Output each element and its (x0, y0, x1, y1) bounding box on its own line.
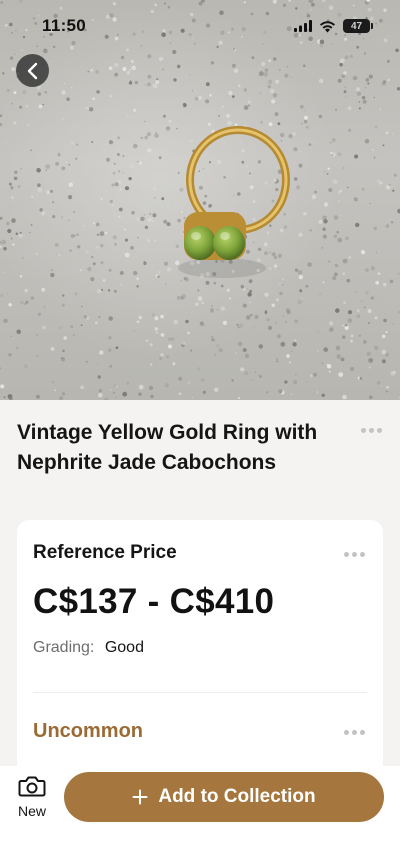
item-title: Vintage Yellow Gold Ring with Nephrite J… (17, 421, 318, 474)
status-time: 11:50 (42, 16, 87, 35)
price-card: Reference Price C$137 - C$410 Grading: G… (17, 520, 383, 766)
battery-level: 47 (350, 20, 363, 32)
more-horizontal-icon (344, 552, 349, 557)
more-horizontal-icon (361, 428, 366, 433)
plus-icon (132, 789, 148, 805)
status-bar: 11:50 47 (0, 0, 400, 52)
add-to-collection-label: Add to Collection (158, 786, 316, 807)
title-row: Vintage Yellow Gold Ring with Nephrite J… (0, 400, 400, 478)
bottom-action-bar: New Add to Collection (0, 766, 400, 866)
new-scan-button[interactable]: New (12, 774, 52, 826)
rarity-label: Uncommon (33, 720, 143, 742)
divider (33, 692, 367, 693)
camera-icon (18, 776, 46, 797)
status-indicators: 47 (294, 19, 373, 33)
ring-image (178, 126, 290, 278)
title-more-button[interactable] (357, 424, 386, 437)
add-to-collection-button[interactable]: Add to Collection (64, 772, 384, 822)
grading-value: Good (104, 639, 144, 656)
chevron-left-icon (27, 62, 37, 79)
new-label: New (17, 803, 46, 819)
wifi-icon (320, 20, 335, 32)
grading-label: Grading: (33, 639, 95, 656)
battery-icon: 47 (343, 19, 373, 33)
price-range: C$137 - C$410 (33, 582, 275, 621)
price-more-button[interactable] (340, 548, 369, 561)
rarity-more-button[interactable] (340, 726, 369, 739)
item-photo: 11:50 47 (0, 0, 400, 400)
cellular-signal-icon (294, 20, 312, 32)
reference-price-label: Reference Price (33, 542, 177, 563)
more-horizontal-icon (344, 730, 349, 735)
back-button[interactable] (16, 54, 49, 87)
grading-row: Grading: Good (33, 639, 144, 657)
item-details: Vintage Yellow Gold Ring with Nephrite J… (0, 400, 400, 766)
